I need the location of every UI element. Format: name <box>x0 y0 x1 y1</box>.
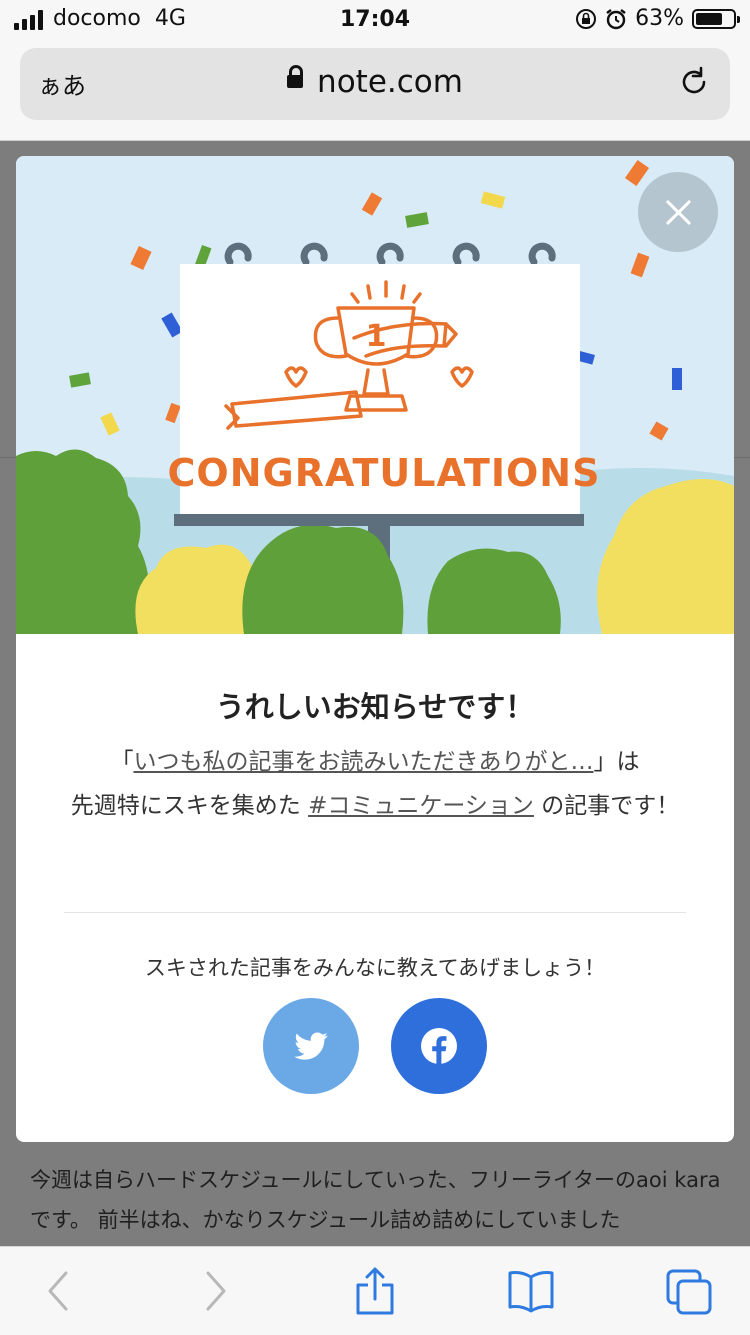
message-prefix: 「 <box>110 749 134 775</box>
message-mid2: 先週特にスキを集めた <box>70 793 301 819</box>
tabs-icon[interactable] <box>664 1267 714 1315</box>
congrats-modal: 1 CONGRATULATIONS うれしいお知らせです！ 「いつも私の記事をお… <box>16 156 734 1142</box>
twitter-share-button[interactable] <box>263 998 359 1094</box>
bookmarks-icon[interactable] <box>506 1267 556 1315</box>
congrats-illustration: 1 CONGRATULATIONS <box>16 156 734 634</box>
twitter-icon <box>294 1032 328 1060</box>
hashtag-link[interactable]: #コミュニケーション <box>308 793 534 819</box>
modal-headline: うれしいお知らせです！ <box>215 690 535 724</box>
article-title-link[interactable]: いつも私の記事をお読みいただきありがと… <box>134 749 594 775</box>
alarm-icon <box>606 8 626 29</box>
close-icon[interactable] <box>638 172 718 252</box>
status-bar: docomo 4G 17:04 63% <box>0 0 750 40</box>
back-icon[interactable] <box>34 1267 84 1315</box>
svg-text:1: 1 <box>366 319 387 354</box>
modal-divider <box>64 912 686 913</box>
message-suffix: の記事です！ <box>541 793 680 819</box>
domain-text: note.com <box>317 64 463 100</box>
browser-header: ぁあ note.com <box>0 40 750 141</box>
status-right: 63% <box>575 6 740 31</box>
article-text: 今週は自らハードスケジュールにしていった、フリーライターのaoi karaです。… <box>30 1168 721 1232</box>
url-display[interactable]: note.com <box>20 64 730 100</box>
browser-toolbar <box>0 1246 750 1335</box>
lock-icon <box>287 65 304 88</box>
reload-icon[interactable] <box>676 64 712 100</box>
message-mid1: 」は <box>593 749 640 775</box>
facebook-share-button[interactable] <box>391 998 487 1094</box>
banner-text: CONGRATULATIONS <box>168 451 601 495</box>
battery-percent: 63% <box>635 6 684 31</box>
modal-message: 「いつも私の記事をお読みいただきありがと…」は 先週特にスキを集めた #コミュニ… <box>56 740 694 828</box>
battery-icon <box>692 8 740 29</box>
forward-icon[interactable] <box>190 1267 240 1315</box>
share-icon[interactable] <box>350 1267 400 1315</box>
orientation-lock-icon <box>576 8 597 29</box>
address-bar[interactable]: ぁあ note.com <box>20 48 730 120</box>
share-prompt: スキされた記事をみんなに教えてあげましょう！ <box>144 956 606 980</box>
facebook-icon <box>421 1028 457 1064</box>
